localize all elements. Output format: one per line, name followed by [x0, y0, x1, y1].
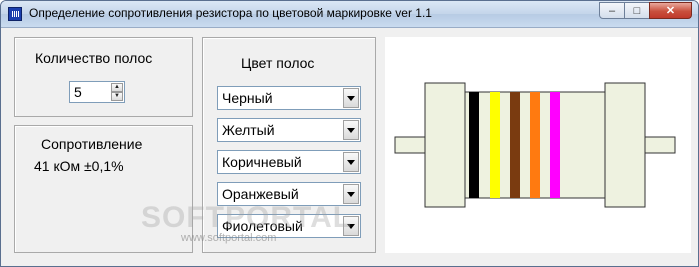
color-band-4 [530, 92, 540, 198]
resistor-lead-left [394, 136, 428, 154]
bands-count-spinner[interactable]: 5 ▲ ▼ [69, 81, 125, 103]
band-3-select[interactable]: Коричневый [217, 150, 361, 174]
bands-count-value[interactable]: 5 [74, 84, 82, 100]
watermark-logo: SOFTPORTAL [141, 201, 353, 234]
close-button[interactable]: ✕ [649, 2, 692, 19]
band-1-select[interactable]: Черный [217, 86, 361, 110]
resistor-lead-right [642, 136, 676, 154]
chevron-down-icon[interactable] [343, 88, 359, 108]
title-bar[interactable]: Определение сопротивления резистора по ц… [1, 1, 698, 28]
resistance-label: Сопротивление [41, 136, 143, 152]
resistance-value: 41 кОм ±0,1% [34, 158, 124, 174]
color-band-2 [490, 92, 500, 198]
resistor-cap-right [604, 82, 646, 208]
resistor-canvas [385, 37, 691, 253]
band-3-selected: Коричневый [222, 154, 302, 170]
maximize-button[interactable]: □ [624, 2, 650, 19]
bands-count-panel: Количество полос [14, 37, 193, 117]
band-4-selected: Оранжевый [222, 186, 299, 202]
chevron-down-icon[interactable] [343, 120, 359, 140]
color-band-3 [510, 92, 520, 198]
watermark-url: www.softportal.com [181, 232, 277, 244]
app-window: Определение сопротивления резистора по ц… [0, 0, 699, 267]
bands-count-label: Количество полос [35, 50, 153, 66]
minimize-button[interactable]: – [599, 2, 625, 19]
color-band-5 [550, 92, 560, 198]
resistor-cap-left [424, 82, 466, 208]
band-2-selected: Желтый [222, 122, 275, 138]
color-band-1 [469, 92, 479, 198]
spin-up-icon[interactable]: ▲ [111, 83, 123, 92]
band-colors-label: Цвет полос [241, 55, 315, 71]
chevron-down-icon[interactable] [343, 152, 359, 172]
app-icon [8, 7, 22, 21]
resistor-drawing [394, 82, 676, 208]
window-title: Определение сопротивления резистора по ц… [29, 6, 432, 20]
band-1-selected: Черный [222, 90, 273, 106]
band-2-select[interactable]: Желтый [217, 118, 361, 142]
spin-down-icon[interactable]: ▼ [111, 92, 123, 101]
